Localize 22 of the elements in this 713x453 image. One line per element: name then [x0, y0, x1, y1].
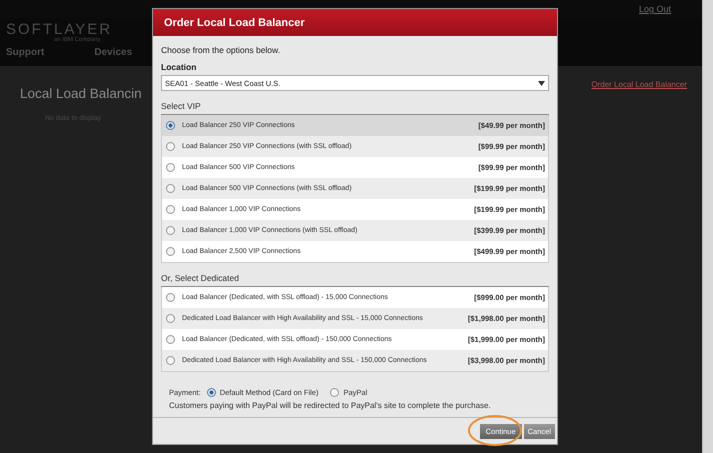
log-out-link[interactable]: Log Out — [638, 4, 671, 14]
radio-button[interactable] — [166, 335, 175, 344]
field-label: Location — [161, 62, 198, 72]
page-title: Local Load Balancin — [20, 86, 142, 101]
caret-icon — [538, 80, 545, 86]
radio-button[interactable] — [166, 226, 175, 235]
dialog-title: Order Local Load Balancer — [164, 16, 305, 28]
radio-button[interactable] — [166, 314, 175, 323]
radio-button[interactable] — [166, 121, 175, 130]
radio-button[interactable] — [166, 205, 175, 214]
scrollbar[interactable] — [702, 0, 713, 453]
radio-button[interactable] — [166, 247, 175, 256]
logo: SOFTLAYER — [6, 22, 112, 37]
radio-button[interactable] — [206, 388, 216, 397]
radio-button[interactable] — [166, 142, 175, 151]
radio-button[interactable] — [166, 163, 175, 172]
radio-button[interactable] — [166, 184, 175, 193]
radio-button[interactable] — [330, 388, 340, 397]
intro-text: Choose from the options below. — [161, 45, 282, 55]
payment-note: Customers paying with PayPal will be redirected to PayPal's site to complete the purchase. — [168, 401, 492, 410]
radio-button[interactable] — [166, 356, 175, 365]
radio-button[interactable] — [166, 293, 175, 302]
